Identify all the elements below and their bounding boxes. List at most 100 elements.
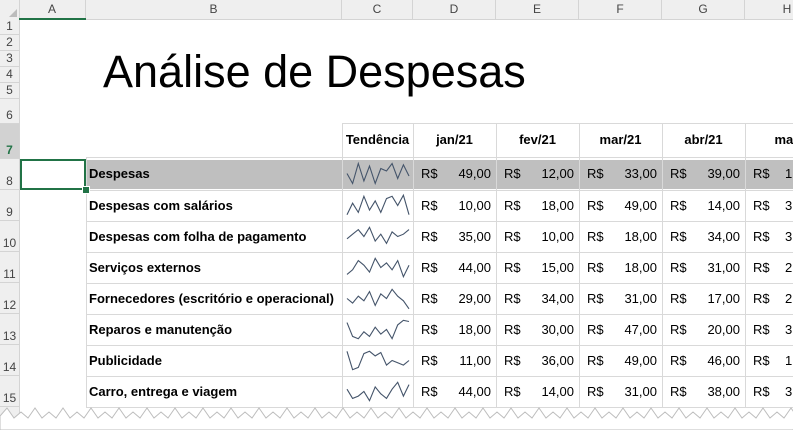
expense-value[interactable]: 44,00 [443,260,491,275]
expense-value[interactable]: 2 [785,260,792,275]
expense-value[interactable]: 44,00 [443,384,491,399]
expense-value[interactable]: 1 [785,166,792,181]
month-header[interactable]: mar/21 [579,123,662,156]
expense-label[interactable]: Serviços externos [89,260,201,275]
expense-value[interactable]: 18,00 [526,198,574,213]
expense-label[interactable]: Carro, entrega e viagem [89,384,237,399]
row-header-8[interactable]: 8 [0,159,19,190]
expense-value[interactable]: 30,00 [526,322,574,337]
expense-label[interactable]: Despesas [89,166,150,181]
expense-label[interactable]: Reparos e manutenção [89,322,232,337]
expense-value[interactable]: 3 [785,198,792,213]
month-header[interactable]: mai/ [745,123,793,156]
grid-line [496,123,497,407]
expense-label[interactable]: Publicidade [89,353,162,368]
expense-value[interactable]: 10,00 [526,229,574,244]
expense-label[interactable]: Fornecedores (escritório e operacional) [89,291,334,306]
expense-value[interactable]: 47,00 [609,322,657,337]
expense-value[interactable]: 12,00 [526,166,574,181]
grid-line [86,345,793,346]
expense-value[interactable]: 49,00 [443,166,491,181]
expense-value[interactable]: 31,00 [609,384,657,399]
currency-symbol: R$ [753,352,770,368]
month-header[interactable]: jan/21 [413,123,496,156]
currency-symbol: R$ [504,228,521,244]
expense-value[interactable]: 31,00 [609,291,657,306]
active-cell-a7[interactable] [20,159,86,190]
currency-symbol: R$ [670,321,687,337]
row-header-11[interactable]: 11 [0,252,19,283]
row-header-5[interactable]: 5 [0,83,19,99]
expense-value[interactable]: 29,00 [443,291,491,306]
sheet-title[interactable]: Análise de Despesas [103,44,526,100]
expense-value[interactable]: 36,00 [526,353,574,368]
month-header[interactable]: fev/21 [496,123,579,156]
expense-value[interactable]: 3 [785,384,792,399]
currency-symbol: R$ [421,228,438,244]
column-header-d[interactable]: D [413,0,496,19]
expense-value[interactable]: 18,00 [609,260,657,275]
row-header-7[interactable]: 7 [0,124,19,159]
sparkline-series [346,319,410,340]
column-header-h[interactable]: H [745,0,793,19]
expense-value[interactable]: 11,00 [443,353,491,368]
expense-value[interactable]: 49,00 [609,353,657,368]
row-header-15[interactable]: 15 [0,376,19,407]
expense-label[interactable]: Despesas com salários [89,198,233,213]
column-header-e[interactable]: E [496,0,579,19]
grid-line [579,123,580,407]
row-header-6[interactable]: 6 [0,99,19,124]
expense-value[interactable]: 17,00 [692,291,740,306]
grid-line [86,376,793,377]
row-header-2[interactable]: 2 [0,35,19,51]
column-header-f[interactable]: F [579,0,662,19]
row-header-1[interactable]: 1 [0,19,19,35]
select-all-corner[interactable] [0,0,20,19]
expense-label[interactable]: Despesas com folha de pagamento [89,229,306,244]
column-header-g[interactable]: G [662,0,745,19]
currency-symbol: R$ [753,290,770,306]
row-header-10[interactable]: 10 [0,221,19,252]
expense-value[interactable]: 39,00 [692,166,740,181]
expense-value[interactable]: 49,00 [609,198,657,213]
sparkline-series [346,226,410,245]
expense-value[interactable]: 20,00 [692,322,740,337]
currency-symbol: R$ [587,383,604,399]
currency-symbol: R$ [421,259,438,275]
expense-value[interactable]: 35,00 [443,229,491,244]
currency-symbol: R$ [504,290,521,306]
row-header-9[interactable]: 9 [0,190,19,221]
expense-value[interactable]: 38,00 [692,384,740,399]
currency-symbol: R$ [587,197,604,213]
expense-value[interactable]: 15,00 [526,260,574,275]
expense-value[interactable]: 1 [785,353,792,368]
expense-value[interactable]: 3 [785,229,792,244]
expense-value[interactable]: 14,00 [692,198,740,213]
row-header-4[interactable]: 4 [0,67,19,83]
sparkline-series [346,161,410,186]
expense-value[interactable]: 3 [785,322,792,337]
row-header-13[interactable]: 13 [0,314,19,345]
expense-value[interactable]: 33,00 [609,166,657,181]
currency-symbol: R$ [670,165,687,181]
expense-value[interactable]: 18,00 [443,322,491,337]
expense-value[interactable]: 2 [785,291,792,306]
fill-handle[interactable] [82,186,90,194]
grid-line [86,157,87,407]
expense-value[interactable]: 46,00 [692,353,740,368]
selected-column-indicator [19,18,86,20]
expense-value[interactable]: 14,00 [526,384,574,399]
row-header-12[interactable]: 12 [0,283,19,314]
expense-value[interactable]: 34,00 [526,291,574,306]
row-header-14[interactable]: 14 [0,345,19,376]
expense-value[interactable]: 34,00 [692,229,740,244]
row-header-3[interactable]: 3 [0,51,19,67]
month-header[interactable]: abr/21 [662,123,745,156]
expense-value[interactable]: 18,00 [609,229,657,244]
column-header-a[interactable]: A [19,0,86,19]
trend-column-header[interactable]: Tendência [342,123,413,156]
expense-value[interactable]: 31,00 [692,260,740,275]
column-header-c[interactable]: C [342,0,413,19]
column-header-b[interactable]: B [86,0,342,19]
expense-value[interactable]: 10,00 [443,198,491,213]
